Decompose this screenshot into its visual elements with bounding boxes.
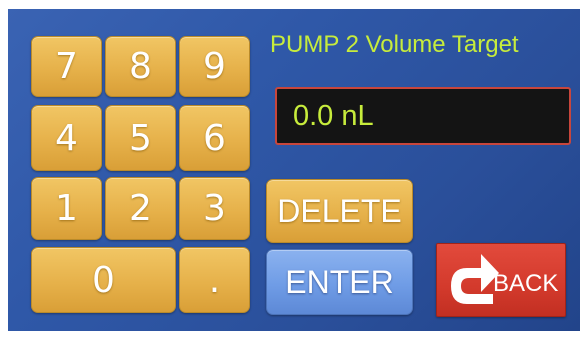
key-9[interactable]: 9 xyxy=(179,36,250,97)
key-2[interactable]: 2 xyxy=(105,177,176,240)
page-title: PUMP 2 Volume Target xyxy=(270,31,519,58)
key-decimal-point[interactable]: . xyxy=(179,247,250,313)
value-display-text: 0.0 nL xyxy=(293,99,374,132)
delete-button[interactable]: DELETE xyxy=(266,179,413,243)
key-4[interactable]: 4 xyxy=(31,105,102,171)
back-label: BACK xyxy=(493,270,559,297)
key-7[interactable]: 7 xyxy=(31,36,102,97)
key-3[interactable]: 3 xyxy=(179,177,250,240)
touch-screen: 7 8 9 4 5 6 1 2 3 0 . PUMP 2 Volume Targ… xyxy=(8,9,580,331)
key-1[interactable]: 1 xyxy=(31,177,102,240)
enter-button[interactable]: ENTER xyxy=(266,249,413,315)
value-display: 0.0 nL xyxy=(275,87,571,145)
back-button[interactable]: BACK xyxy=(436,243,566,317)
key-5[interactable]: 5 xyxy=(105,105,176,171)
key-0[interactable]: 0 xyxy=(31,247,176,313)
key-6[interactable]: 6 xyxy=(179,105,250,171)
key-8[interactable]: 8 xyxy=(105,36,176,97)
